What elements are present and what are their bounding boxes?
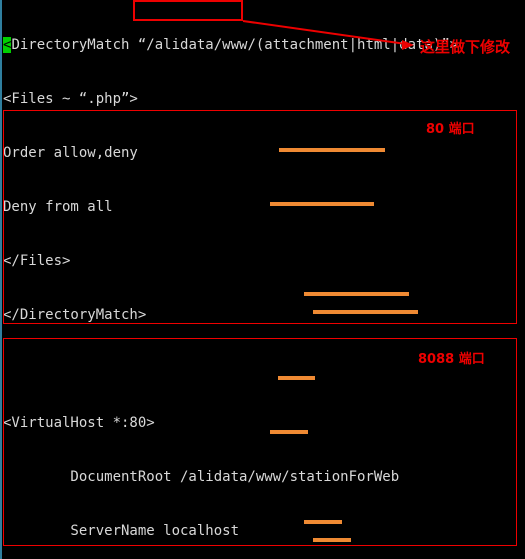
code-line-1-rest: DirectoryMatch “/alidata/www/(attachment… [11, 37, 459, 53]
code-line-1: <DirectoryMatch “/alidata/www/(attachmen… [3, 36, 523, 54]
code-line-2: <Files ~ “.php”> [3, 91, 138, 107]
code-line-9: DocumentRoot /alidata/www/stationForWeb [3, 469, 400, 485]
terminal-screen: <DirectoryMatch “/alidata/www/(attachmen… [0, 0, 525, 559]
code-line-4: Deny from all [3, 199, 113, 215]
code-line-6: </DirectoryMatch> [3, 307, 147, 323]
code-line-8: <VirtualHost *:80> [3, 415, 155, 431]
config-file-text[interactable]: <DirectoryMatch “/alidata/www/(attachmen… [3, 0, 523, 559]
terminal-left-gutter [0, 0, 2, 559]
code-line-10: ServerName localhost [3, 523, 240, 539]
code-line-5: </Files> [3, 253, 71, 269]
code-line-3: Order allow,deny [3, 145, 138, 161]
